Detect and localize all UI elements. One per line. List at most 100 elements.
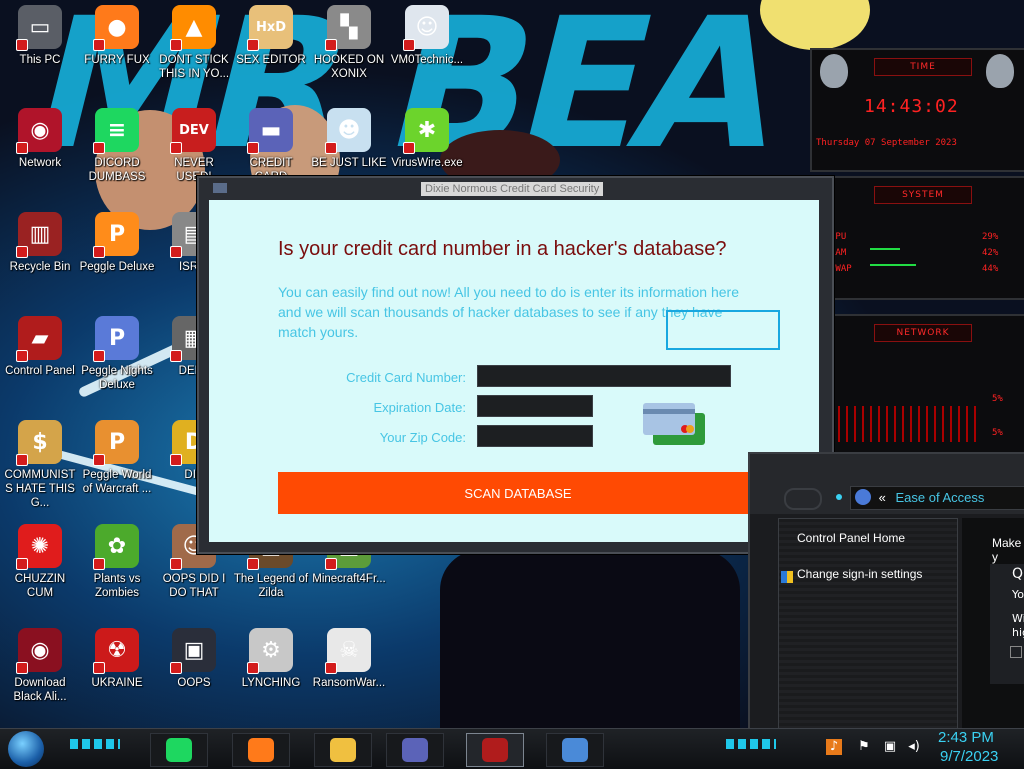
window-titlebar[interactable]: Dixie Normous Credit Card Security (199, 178, 832, 198)
desktop-icon[interactable]: ✿ Plants vs Zombies (79, 524, 155, 600)
taskbar-app-button[interactable] (546, 733, 604, 767)
main-fragment: Q (1012, 566, 1024, 582)
xonix-game-icon: ▚ (325, 5, 371, 51)
control-panel-home-link[interactable]: Control Panel Home (797, 531, 905, 545)
network-stat-value: 5% (992, 428, 1003, 438)
taskbar-decor (726, 739, 776, 749)
alien-head-icon (986, 54, 1014, 88)
desktop-icon[interactable]: ▣ OOPS (156, 628, 232, 690)
taskbar-app-button[interactable] (232, 733, 290, 767)
desktop-icon-label: RansomWar... (312, 677, 386, 689)
desktop-icon[interactable]: ≡ DICORD DUMBASS (79, 108, 155, 184)
credit-card-icon: ▬ (247, 108, 293, 154)
desktop-icon-label: Recycle Bin (9, 261, 71, 273)
nav-back-icon[interactable] (784, 488, 822, 510)
spotify-icon: ≡ (93, 108, 139, 154)
desktop-icon[interactable]: ▭ This PC (2, 5, 78, 67)
swap-usage-bar (870, 264, 916, 266)
taskbar-app-button[interactable] (150, 733, 208, 767)
desktop-icon[interactable]: ☢ UKRAINE (79, 628, 155, 690)
taskbar-app-button[interactable] (386, 733, 444, 767)
address-bar[interactable]: « Ease of Access (850, 486, 1024, 510)
peggle-icon: P (93, 212, 139, 258)
desktop-icon-label: DONT STICK THIS IN YO... (158, 54, 230, 80)
desktop-icon-label: SEX EDITOR (236, 54, 306, 66)
desktop-icon[interactable]: P Peggle Nights Deluxe (79, 316, 155, 392)
skull-icon: ☠ (325, 628, 371, 674)
flag-icon[interactable]: ⚑ (856, 739, 872, 755)
wallpaper-figure (440, 550, 740, 730)
alien-head-icon (820, 54, 848, 88)
desktop-icon[interactable]: P Peggle World of Warcraft ... (79, 420, 155, 496)
monitor-icon: ▭ (16, 5, 62, 51)
system-stat-value: 29% (982, 232, 999, 242)
desktop-icon[interactable]: HxD SEX EDITOR (233, 5, 309, 67)
taskbar-app-button[interactable] (466, 733, 524, 767)
firefox-icon: ● (93, 5, 139, 51)
desktop-icon-label: Peggle Nights Deluxe (81, 365, 153, 391)
volume-icon[interactable]: ◂) (906, 739, 922, 755)
firefox-icon (248, 738, 274, 762)
money-bag-icon: $ (16, 420, 62, 466)
chuzzle-icon: ✺ (16, 524, 62, 570)
expiration-date-input[interactable] (477, 395, 593, 417)
start-button[interactable] (8, 731, 44, 767)
card-number-input[interactable] (477, 365, 731, 387)
scan-database-button[interactable]: SCAN DATABASE (278, 472, 758, 514)
desktop-icon[interactable]: ▬CREDIT CARD (233, 108, 309, 184)
breadcrumb-chevron[interactable]: « (879, 490, 886, 505)
peggle-nights-icon: P (93, 316, 139, 362)
network-gadget: NETWORK 5% 5% (810, 314, 1024, 454)
network-stat-value: 5% (992, 394, 1003, 404)
change-sign-in-settings-link[interactable]: Change sign-in settings (797, 567, 922, 581)
main-fragment: Wi (1012, 612, 1024, 625)
expiration-date-label: Expiration Date: (373, 400, 467, 415)
terminal-icon: ▣ (170, 628, 216, 674)
radiation-icon: ☢ (93, 628, 139, 674)
desktop-icon[interactable]: P Peggle Deluxe (79, 212, 155, 274)
system-header: SYSTEM (874, 186, 972, 204)
network-icon[interactable]: ▣ (882, 739, 898, 755)
taskbar-clock-date[interactable]: 9/7/2023 (940, 748, 998, 765)
credit-card-security-window: Dixie Normous Credit Card Security Is yo… (197, 176, 834, 554)
desktop-icon[interactable]: ▥ Recycle Bin (2, 212, 78, 274)
desktop-icon-label: Plants vs Zombies (93, 573, 141, 599)
desktop-icon[interactable]: ⚙ LYNCHING (233, 628, 309, 690)
taskbar-clock-time[interactable]: 2:43 PM (938, 729, 994, 746)
desktop-icon-label: BE JUST LIKE (311, 157, 387, 169)
desktop-icon[interactable]: ◉ Network (2, 108, 78, 170)
ease-of-access-icon (855, 489, 871, 505)
system-stat-value: 42% (982, 248, 999, 258)
desktop-icon[interactable]: ☠ RansomWar... (311, 628, 387, 690)
desktop-icon[interactable]: ▚ HOOKED ON XONIX (311, 5, 387, 81)
ram-usage-bar (870, 248, 900, 250)
desktop-icon[interactable]: ● FURRY FUX (79, 5, 155, 67)
plants-vs-zombies-icon: ✿ (93, 524, 139, 570)
zip-code-input[interactable] (477, 425, 593, 447)
peggle-wow-icon: P (93, 420, 139, 466)
desktop-icon[interactable]: ▰ Control Panel (2, 316, 78, 378)
system-stat-value: 44% (982, 264, 999, 274)
desktop-icon[interactable]: ◉ Download Black Ali... (2, 628, 78, 704)
breadcrumb-ease-of-access[interactable]: Ease of Access (895, 490, 984, 505)
santa-icon: ☻ (325, 108, 371, 154)
vlc-cone-icon: ▲ (170, 5, 216, 51)
taskbar-app-button[interactable] (314, 733, 372, 767)
taskbar-decor (70, 739, 120, 749)
desktop-icon[interactable]: ☻ BE JUST LIKE (311, 108, 387, 170)
tray-app-icon[interactable]: ♪ (826, 739, 842, 755)
desktop-icon[interactable]: ✱ VirusWire.exe (389, 108, 465, 170)
desktop-icon[interactable]: ▲ DONT STICK THIS IN YO... (156, 5, 232, 81)
desktop-icon-label: UKRAINE (91, 677, 143, 689)
option-checkbox[interactable] (1010, 646, 1022, 658)
desktop-icon[interactable]: $ COMMUNISTS HATE THIS G... (2, 420, 78, 510)
doctor-avatar-icon: ☺ (403, 5, 449, 51)
desktop-icon[interactable]: DEV NEVER USED! (156, 108, 232, 184)
zip-code-label: Your Zip Code: (379, 430, 466, 445)
desktop-icon-label: CHUZZIN CUM (14, 573, 66, 599)
desktop-icon[interactable]: ✺ CHUZZIN CUM (2, 524, 78, 600)
control-panel-main: Make y Q Yo Wi hig (962, 518, 1024, 730)
desktop-icon[interactable]: ☺ VM0Technic... (389, 5, 465, 67)
file-explorer-icon (330, 738, 356, 762)
desktop-icon-label: Minecraft4Fr... (312, 573, 386, 585)
